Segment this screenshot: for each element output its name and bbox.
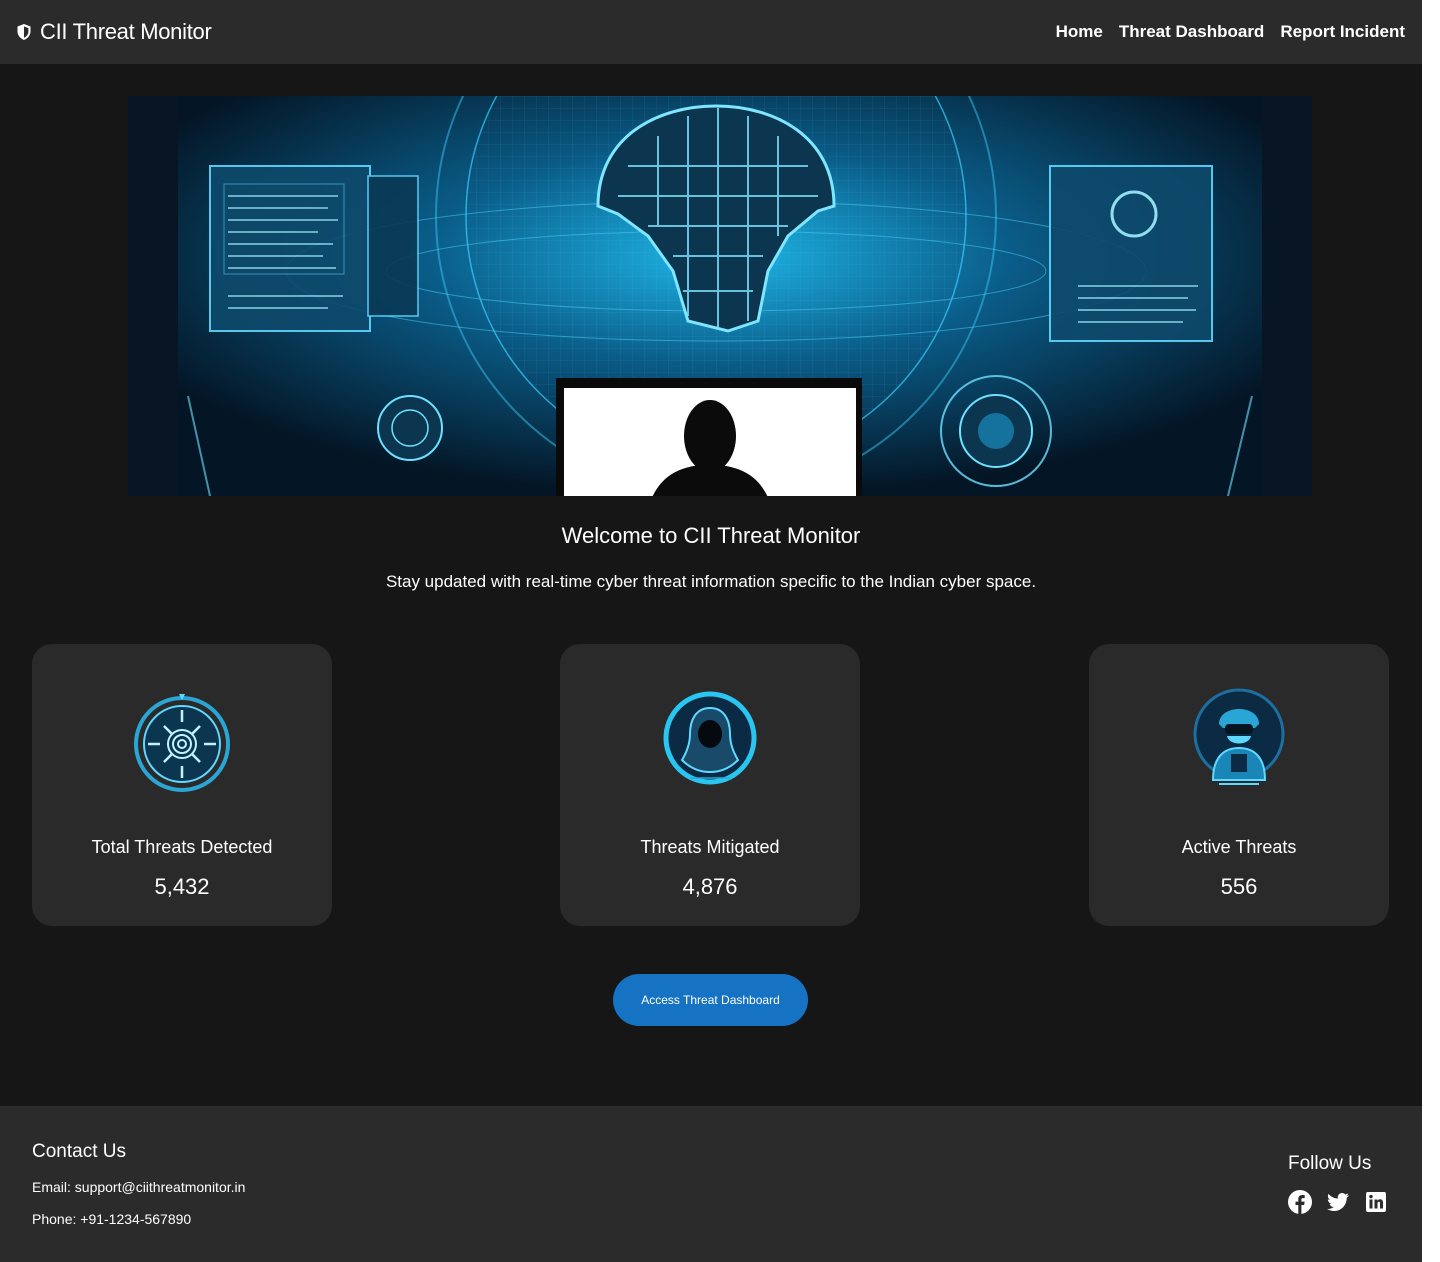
stat-card-total-threats: Total Threats Detected 5,432: [32, 644, 332, 926]
nav-home[interactable]: Home: [1056, 22, 1103, 42]
linkedin-icon[interactable]: [1364, 1190, 1388, 1214]
armored-soldier-icon: [1189, 684, 1289, 794]
nav-report-incident[interactable]: Report Incident: [1280, 22, 1405, 42]
stat-label: Threats Mitigated: [640, 837, 780, 857]
twitter-icon[interactable]: [1326, 1190, 1350, 1214]
stat-value: 4,876: [682, 874, 738, 899]
contact-phone: Phone: +91-1234-567890: [32, 1211, 192, 1227]
hero-image: [128, 96, 1312, 496]
access-threat-dashboard-button[interactable]: Access Threat Dashboard: [613, 974, 808, 1026]
stat-value: 5,432: [154, 874, 210, 899]
contact-heading: Contact Us: [32, 1141, 126, 1162]
main-nav: Home Threat Dashboard Report Incident: [1056, 22, 1405, 42]
nav-threat-dashboard[interactable]: Threat Dashboard: [1119, 22, 1264, 42]
follow-heading: Follow Us: [1288, 1153, 1372, 1174]
footer: Contact Us Email: support@ciithreatmonit…: [0, 1106, 1422, 1262]
stat-value: 556: [1220, 874, 1258, 899]
hooded-hacker-icon: [660, 684, 760, 794]
welcome-heading: Welcome to CII Threat Monitor: [561, 523, 861, 548]
radar-target-icon: [132, 684, 232, 794]
stat-card-active-threats: Active Threats 556: [1089, 644, 1389, 926]
stat-label: Active Threats: [1181, 837, 1297, 857]
stat-card-threats-mitigated: Threats Mitigated 4,876: [560, 644, 860, 926]
social-links: [1288, 1190, 1388, 1214]
brand[interactable]: CII Threat Monitor: [16, 19, 212, 45]
welcome-tagline: Stay updated with real-time cyber threat…: [385, 572, 1037, 591]
top-navbar: CII Threat Monitor Home Threat Dashboard…: [0, 0, 1422, 64]
shield-icon: [16, 23, 32, 41]
brand-title: CII Threat Monitor: [40, 19, 212, 44]
page: CII Threat Monitor Home Threat Dashboard…: [0, 0, 1422, 1262]
contact-email: Email: support@ciithreatmonitor.in: [32, 1179, 246, 1195]
facebook-icon[interactable]: [1288, 1190, 1312, 1214]
stat-label: Total Threats Detected: [91, 837, 273, 857]
